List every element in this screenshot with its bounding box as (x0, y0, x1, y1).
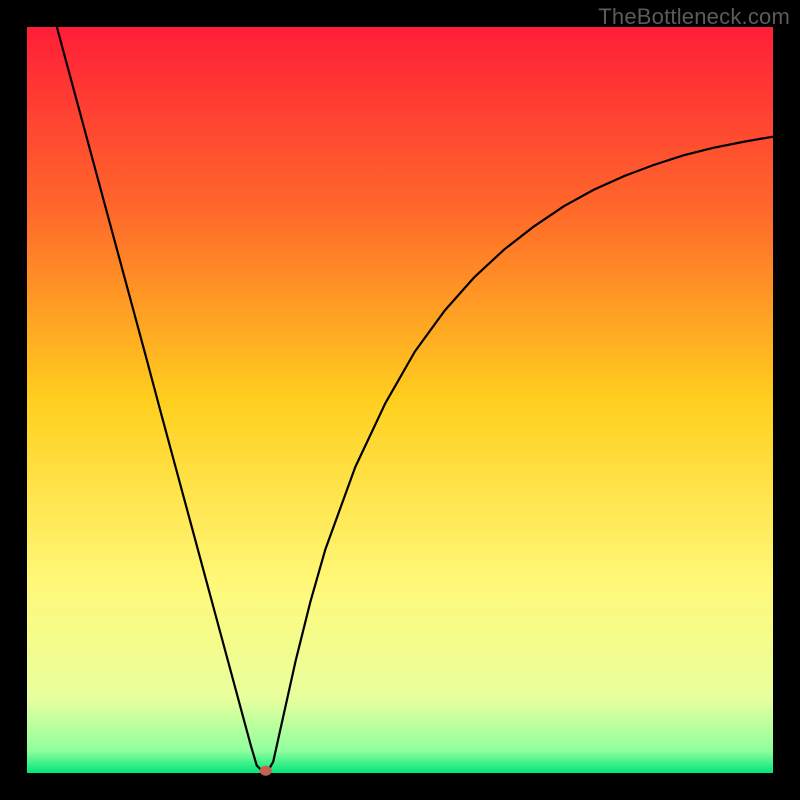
plot-background (27, 27, 773, 773)
bottleneck-chart (0, 0, 800, 800)
watermark-text: TheBottleneck.com (598, 4, 790, 30)
optimal-point-marker (260, 766, 272, 776)
chart-container: TheBottleneck.com (0, 0, 800, 800)
